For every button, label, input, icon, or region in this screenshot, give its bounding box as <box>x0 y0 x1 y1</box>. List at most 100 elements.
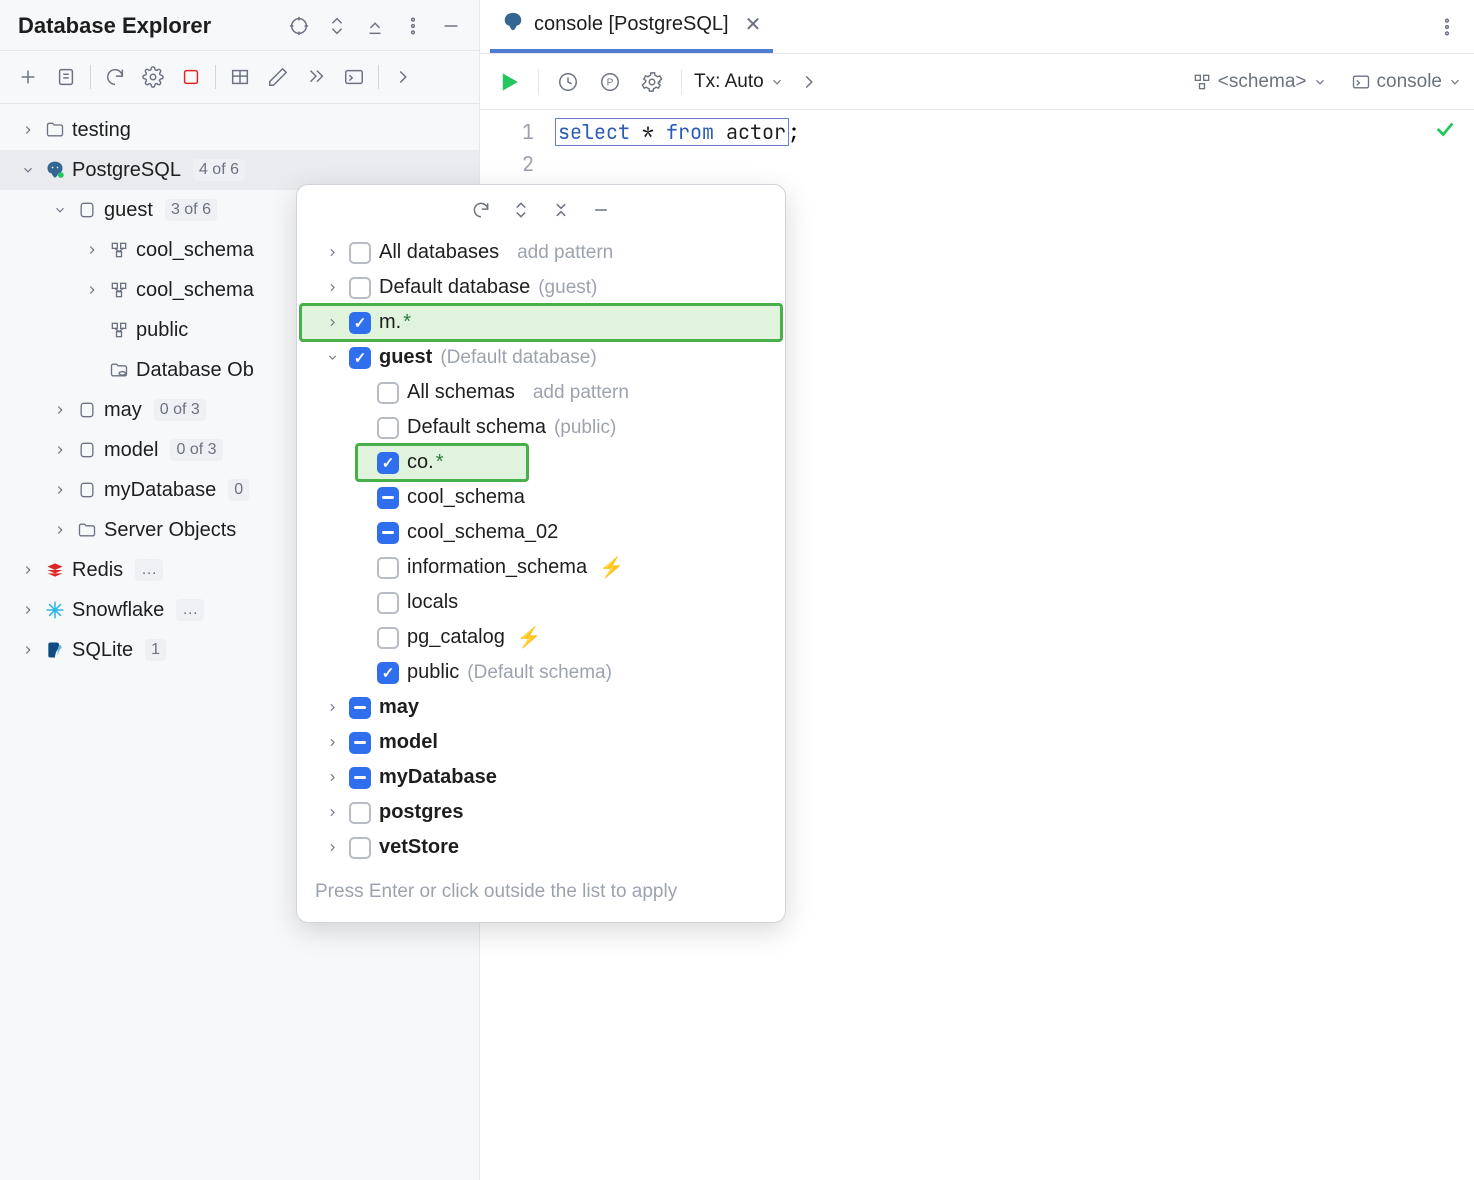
popup-item-public[interactable]: public (Default schema) <box>301 655 781 690</box>
popup-label: public <box>407 661 459 684</box>
checkbox[interactable] <box>349 312 371 334</box>
snowflake-icon <box>44 599 66 621</box>
session-dropdown[interactable]: console <box>1351 71 1463 93</box>
checkbox[interactable] <box>377 452 399 474</box>
chevron-right-icon[interactable] <box>82 243 102 257</box>
settings-icon[interactable] <box>635 65 669 99</box>
checkbox[interactable] <box>377 382 399 404</box>
overflow-chevron-icon[interactable] <box>385 59 421 95</box>
checkbox[interactable] <box>377 627 399 649</box>
add-pattern-link[interactable]: add pattern <box>533 382 629 404</box>
collapse-all-icon[interactable] <box>361 12 389 40</box>
tab-console[interactable]: console [PostgreSQL] ✕ <box>490 0 773 53</box>
checkbox[interactable] <box>377 417 399 439</box>
minimize-icon[interactable] <box>437 12 465 40</box>
chevron-right-icon[interactable] <box>50 443 70 457</box>
checkbox[interactable] <box>349 277 371 299</box>
popup-item-may[interactable]: may <box>301 690 781 725</box>
tx-mode-dropdown[interactable]: Tx: Auto <box>694 71 784 93</box>
popup-item-all-databases[interactable]: All databases add pattern <box>301 235 781 270</box>
editor-toolbar: P Tx: Auto <schema> console <box>480 54 1474 110</box>
popup-item-mydatabase[interactable]: myDatabase <box>301 760 781 795</box>
checkbox[interactable] <box>377 487 399 509</box>
more-vert-icon[interactable] <box>399 12 427 40</box>
target-icon[interactable] <box>285 12 313 40</box>
popup-item-pg-catalog[interactable]: pg_catalog ⚡ <box>301 620 781 655</box>
tree-label: Server Objects <box>104 519 236 542</box>
popup-item-default-schema[interactable]: Default schema (public) <box>301 410 781 445</box>
checkbox[interactable] <box>349 837 371 859</box>
checkbox[interactable] <box>377 557 399 579</box>
checkbox[interactable] <box>349 732 371 754</box>
svg-text:P: P <box>607 77 614 88</box>
console-icon[interactable] <box>336 59 372 95</box>
chevron-right-icon[interactable] <box>18 563 38 577</box>
tree-node-folder[interactable]: testing <box>0 110 479 150</box>
popup-item-guest[interactable]: guest (Default database) <box>301 340 781 375</box>
chevron-down-icon[interactable] <box>323 351 341 364</box>
chevron-right-icon[interactable] <box>323 701 341 714</box>
collapse-icon[interactable] <box>548 197 574 223</box>
chevron-right-icon[interactable] <box>18 643 38 657</box>
jump-icon[interactable] <box>298 59 334 95</box>
popup-item-model[interactable]: model <box>301 725 781 760</box>
ok-check-icon <box>1434 118 1456 146</box>
popup-item-default-database[interactable]: Default database (guest) <box>301 270 781 305</box>
more-vert-icon[interactable] <box>1430 10 1464 44</box>
checkbox[interactable] <box>349 802 371 824</box>
settings-icon[interactable] <box>135 59 171 95</box>
popup-item-pattern-co[interactable]: co.* <box>357 445 527 480</box>
chevron-right-icon[interactable] <box>50 483 70 497</box>
database-icon <box>76 399 98 421</box>
chevron-right-icon[interactable] <box>50 403 70 417</box>
stop-icon[interactable] <box>173 59 209 95</box>
chevron-right-icon[interactable] <box>323 841 341 854</box>
chevron-down-icon[interactable] <box>50 203 70 217</box>
edit-icon[interactable] <box>260 59 296 95</box>
checkbox[interactable] <box>349 767 371 789</box>
table-icon[interactable] <box>222 59 258 95</box>
popup-item-cool-schema[interactable]: cool_schema <box>301 480 781 515</box>
chevron-right-icon[interactable] <box>323 281 341 294</box>
refresh-icon[interactable] <box>468 197 494 223</box>
chevron-right-icon[interactable] <box>82 283 102 297</box>
refresh-icon[interactable] <box>97 59 133 95</box>
popup-item-postgres[interactable]: postgres <box>301 795 781 830</box>
add-pattern-link[interactable]: add pattern <box>517 242 613 264</box>
tx-commit-icon[interactable] <box>792 65 826 99</box>
checkbox[interactable] <box>349 347 371 369</box>
chevron-right-icon[interactable] <box>18 123 38 137</box>
popup-item-all-schemas[interactable]: All schemas add pattern <box>301 375 781 410</box>
plan-icon[interactable]: P <box>593 65 627 99</box>
checkbox[interactable] <box>377 522 399 544</box>
chevron-right-icon[interactable] <box>323 806 341 819</box>
chevron-right-icon[interactable] <box>18 603 38 617</box>
checkbox[interactable] <box>349 242 371 264</box>
chevron-right-icon[interactable] <box>323 736 341 749</box>
chevron-right-icon[interactable] <box>323 316 341 329</box>
popup-item-information-schema[interactable]: information_schema ⚡ <box>301 550 781 585</box>
minimize-icon[interactable] <box>588 197 614 223</box>
close-icon[interactable]: ✕ <box>745 12 762 37</box>
popup-item-locals[interactable]: locals <box>301 585 781 620</box>
popup-label: pg_catalog <box>407 626 505 649</box>
run-icon[interactable] <box>492 65 526 99</box>
chevron-right-icon[interactable] <box>50 523 70 537</box>
popup-item-pattern-m[interactable]: m.* <box>301 305 781 340</box>
popup-item-cool-schema-02[interactable]: cool_schema_02 <box>301 515 781 550</box>
checkbox[interactable] <box>349 697 371 719</box>
chevron-right-icon[interactable] <box>323 771 341 784</box>
history-icon[interactable] <box>551 65 585 99</box>
expand-icon[interactable] <box>508 197 534 223</box>
add-icon[interactable] <box>10 59 46 95</box>
expand-icon[interactable] <box>323 12 351 40</box>
schema-dropdown[interactable]: <schema> <box>1192 71 1327 93</box>
checkbox[interactable] <box>377 592 399 614</box>
chevron-down-icon[interactable] <box>18 163 38 177</box>
popup-item-vetstore[interactable]: vetStore <box>301 830 781 865</box>
schema-selector-popup[interactable]: All databases add pattern Default databa… <box>296 184 786 923</box>
tab-bar: console [PostgreSQL] ✕ <box>480 0 1474 54</box>
chevron-right-icon[interactable] <box>323 246 341 259</box>
checkbox[interactable] <box>377 662 399 684</box>
ddl-icon[interactable] <box>48 59 84 95</box>
